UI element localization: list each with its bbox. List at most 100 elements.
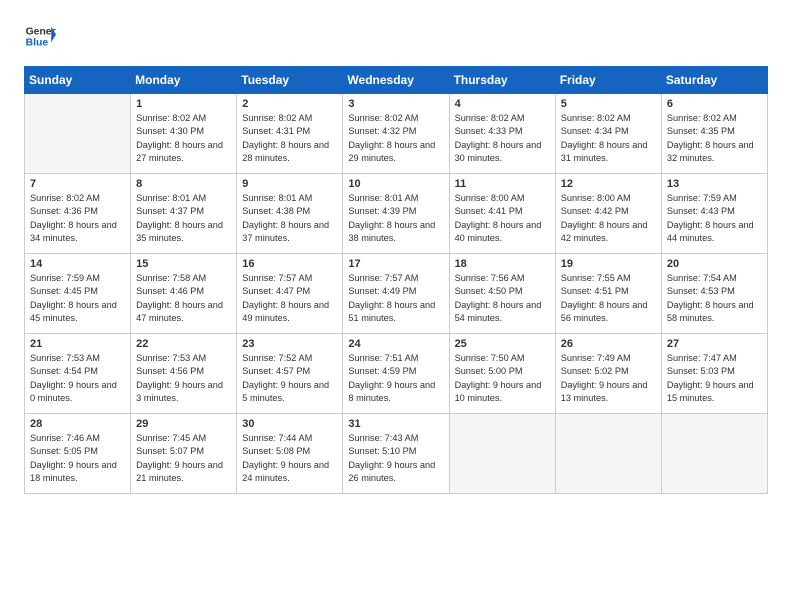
day-of-week-sunday: Sunday: [25, 67, 131, 94]
day-of-week-monday: Monday: [131, 67, 237, 94]
calendar-cell: 11Sunrise: 8:00 AMSunset: 4:41 PMDayligh…: [449, 174, 555, 254]
day-number: 28: [30, 418, 125, 430]
day-info: Sunrise: 7:57 AMSunset: 4:47 PMDaylight:…: [242, 272, 337, 325]
calendar-cell: 6 Sunrise: 8:02 AMSunset: 4:35 PMDaylight…: [661, 94, 767, 174]
day-number: 22: [136, 338, 231, 350]
calendar-body: 1 Sunrise: 8:02 AMSunset: 4:30 PMDaylight…: [25, 94, 768, 494]
calendar-cell: 28Sunrise: 7:46 AMSunset: 5:05 PMDayligh…: [25, 414, 131, 494]
day-of-week-friday: Friday: [555, 67, 661, 94]
day-info: Sunrise: 7:59 AMSunset: 4:43 PMDaylight:…: [667, 192, 762, 245]
calendar-cell: 18 Sunrise: 7:56 AMSunset: 4:50 PMDayligh…: [449, 254, 555, 334]
svg-text:Blue: Blue: [26, 38, 49, 49]
calendar-cell: 12 Sunrise: 8:00 AMSunset: 4:42 PMDayligh…: [555, 174, 661, 254]
day-number: 7: [30, 178, 125, 190]
day-number: 13: [667, 178, 762, 190]
day-number: 23: [242, 338, 337, 350]
day-info: Sunrise: 8:02 AMSunset: 4:31 PMDaylight:…: [242, 112, 337, 165]
calendar-cell: 9 Sunrise: 8:01 AMSunset: 4:38 PMDaylight…: [237, 174, 343, 254]
calendar-cell: 7 Sunrise: 8:02 AMSunset: 4:36 PMDaylight…: [25, 174, 131, 254]
day-info: Sunrise: 7:58 AMSunset: 4:46 PMDaylight:…: [136, 272, 231, 325]
day-number: 30: [242, 418, 337, 430]
day-number: 31: [348, 418, 443, 430]
logo: General Blue: [24, 20, 56, 52]
day-number: 8: [136, 178, 231, 190]
day-info: Sunrise: 7:47 AMSunset: 5:03 PMDaylight:…: [667, 352, 762, 405]
calendar-cell: 15 Sunrise: 7:58 AMSunset: 4:46 PMDayligh…: [131, 254, 237, 334]
day-number: 3: [348, 98, 443, 110]
calendar-cell: [661, 414, 767, 494]
day-info: Sunrise: 7:56 AMSunset: 4:50 PMDaylight:…: [455, 272, 550, 325]
calendar-table: SundayMondayTuesdayWednesdayThursdayFrid…: [24, 66, 768, 494]
calendar-cell: 25 Sunrise: 7:50 AMSunset: 5:00 PMDayligh…: [449, 334, 555, 414]
day-number: 12: [561, 178, 656, 190]
calendar-week-5: 28Sunrise: 7:46 AMSunset: 5:05 PMDayligh…: [25, 414, 768, 494]
day-number: 6: [667, 98, 762, 110]
calendar-cell: 23 Sunrise: 7:52 AMSunset: 4:57 PMDayligh…: [237, 334, 343, 414]
calendar-cell: 16 Sunrise: 7:57 AMSunset: 4:47 PMDayligh…: [237, 254, 343, 334]
day-number: 18: [455, 258, 550, 270]
day-number: 14: [30, 258, 125, 270]
day-info: Sunrise: 8:00 AMSunset: 4:42 PMDaylight:…: [561, 192, 656, 245]
day-info: Sunrise: 7:59 AMSunset: 4:45 PMDaylight:…: [30, 272, 125, 325]
calendar-cell: 19 Sunrise: 7:55 AMSunset: 4:51 PMDayligh…: [555, 254, 661, 334]
day-number: 17: [348, 258, 443, 270]
day-info: Sunrise: 7:51 AMSunset: 4:59 PMDaylight:…: [348, 352, 443, 405]
day-info: Sunrise: 7:50 AMSunset: 5:00 PMDaylight:…: [455, 352, 550, 405]
day-number: 20: [667, 258, 762, 270]
day-info: Sunrise: 7:52 AMSunset: 4:57 PMDaylight:…: [242, 352, 337, 405]
day-number: 4: [455, 98, 550, 110]
calendar-cell: 22 Sunrise: 7:53 AMSunset: 4:56 PMDayligh…: [131, 334, 237, 414]
day-number: 27: [667, 338, 762, 350]
calendar-week-1: 1 Sunrise: 8:02 AMSunset: 4:30 PMDaylight…: [25, 94, 768, 174]
calendar-cell: [25, 94, 131, 174]
day-number: 26: [561, 338, 656, 350]
calendar-week-2: 7 Sunrise: 8:02 AMSunset: 4:36 PMDaylight…: [25, 174, 768, 254]
logo-icon: General Blue: [24, 20, 56, 52]
day-info: Sunrise: 8:02 AMSunset: 4:30 PMDaylight:…: [136, 112, 231, 165]
day-number: 1: [136, 98, 231, 110]
calendar-week-4: 21 Sunrise: 7:53 AMSunset: 4:54 PMDayligh…: [25, 334, 768, 414]
calendar-cell: 1 Sunrise: 8:02 AMSunset: 4:30 PMDaylight…: [131, 94, 237, 174]
day-number: 25: [455, 338, 550, 350]
day-number: 15: [136, 258, 231, 270]
day-info: Sunrise: 8:01 AMSunset: 4:38 PMDaylight:…: [242, 192, 337, 245]
day-info: Sunrise: 7:44 AMSunset: 5:08 PMDaylight:…: [242, 432, 337, 485]
header: General Blue: [24, 20, 768, 52]
calendar-cell: 29 Sunrise: 7:45 AMSunset: 5:07 PMDayligh…: [131, 414, 237, 494]
day-info: Sunrise: 7:55 AMSunset: 4:51 PMDaylight:…: [561, 272, 656, 325]
day-number: 5: [561, 98, 656, 110]
day-info: Sunrise: 8:02 AMSunset: 4:34 PMDaylight:…: [561, 112, 656, 165]
calendar-cell: 8Sunrise: 8:01 AMSunset: 4:37 PMDaylight…: [131, 174, 237, 254]
day-number: 19: [561, 258, 656, 270]
day-of-week-thursday: Thursday: [449, 67, 555, 94]
calendar-cell: 4 Sunrise: 8:02 AMSunset: 4:33 PMDaylight…: [449, 94, 555, 174]
day-info: Sunrise: 8:01 AMSunset: 4:39 PMDaylight:…: [348, 192, 443, 245]
calendar-cell: 26Sunrise: 7:49 AMSunset: 5:02 PMDayligh…: [555, 334, 661, 414]
day-info: Sunrise: 8:02 AMSunset: 4:35 PMDaylight:…: [667, 112, 762, 165]
day-info: Sunrise: 8:02 AMSunset: 4:36 PMDaylight:…: [30, 192, 125, 245]
day-number: 21: [30, 338, 125, 350]
calendar-cell: 31 Sunrise: 7:43 AMSunset: 5:10 PMDayligh…: [343, 414, 449, 494]
day-number: 24: [348, 338, 443, 350]
day-number: 11: [455, 178, 550, 190]
calendar-cell: [449, 414, 555, 494]
day-info: Sunrise: 7:57 AMSunset: 4:49 PMDaylight:…: [348, 272, 443, 325]
day-number: 2: [242, 98, 337, 110]
day-number: 9: [242, 178, 337, 190]
day-of-week-wednesday: Wednesday: [343, 67, 449, 94]
day-info: Sunrise: 8:02 AMSunset: 4:33 PMDaylight:…: [455, 112, 550, 165]
calendar-cell: 2 Sunrise: 8:02 AMSunset: 4:31 PMDaylight…: [237, 94, 343, 174]
day-info: Sunrise: 8:02 AMSunset: 4:32 PMDaylight:…: [348, 112, 443, 165]
day-of-week-tuesday: Tuesday: [237, 67, 343, 94]
day-info: Sunrise: 7:54 AMSunset: 4:53 PMDaylight:…: [667, 272, 762, 325]
day-info: Sunrise: 7:45 AMSunset: 5:07 PMDaylight:…: [136, 432, 231, 485]
calendar-cell: 14 Sunrise: 7:59 AMSunset: 4:45 PMDayligh…: [25, 254, 131, 334]
day-info: Sunrise: 7:53 AMSunset: 4:54 PMDaylight:…: [30, 352, 125, 405]
day-info: Sunrise: 7:43 AMSunset: 5:10 PMDaylight:…: [348, 432, 443, 485]
day-of-week-saturday: Saturday: [661, 67, 767, 94]
calendar-cell: 5 Sunrise: 8:02 AMSunset: 4:34 PMDaylight…: [555, 94, 661, 174]
day-number: 16: [242, 258, 337, 270]
day-number: 29: [136, 418, 231, 430]
calendar-header-row: SundayMondayTuesdayWednesdayThursdayFrid…: [25, 67, 768, 94]
day-info: Sunrise: 7:53 AMSunset: 4:56 PMDaylight:…: [136, 352, 231, 405]
